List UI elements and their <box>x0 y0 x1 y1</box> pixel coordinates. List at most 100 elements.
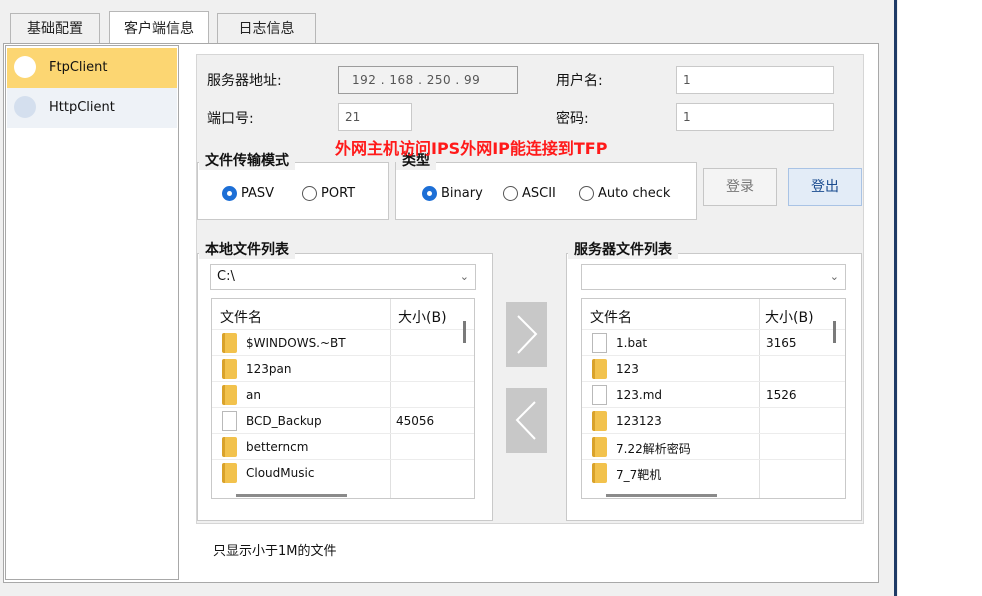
chevron-right-icon <box>517 315 538 354</box>
server-files-title: 服务器文件列表 <box>568 239 678 259</box>
file-name: BCD_Backup <box>246 414 322 428</box>
local-file-list[interactable]: 文件名 大小(B) $WINDOWS.~BT 123pan an BCD_Backup… <box>211 298 475 499</box>
size-limit-note: 只显示小于1M的文件 <box>213 544 337 559</box>
username-label: 用户名: <box>556 73 603 89</box>
client-item-http[interactable]: HttpClient <box>7 88 177 128</box>
folder-icon <box>592 411 607 431</box>
server-address-input[interactable]: 192 . 168 . 250 . 99 <box>338 66 518 94</box>
window-border <box>894 0 897 596</box>
table-row[interactable]: 1.bat 3165 <box>582 329 845 355</box>
table-row[interactable]: BCD_Backup 45056 <box>212 407 474 433</box>
client-item-ftp[interactable]: FtpClient <box>7 48 177 88</box>
file-name: CloudMusic <box>246 466 315 480</box>
transfer-mode-title: 文件传输模式 <box>199 150 295 170</box>
port-input[interactable]: 21 <box>338 103 412 131</box>
radio-auto-check[interactable]: Auto check <box>579 186 670 201</box>
table-row[interactable]: 7_7靶机 <box>582 459 845 485</box>
tab-client-info[interactable]: 客户端信息 <box>109 11 209 45</box>
radio-label: PORT <box>321 186 356 201</box>
file-name: 7.22解析密码 <box>616 442 691 456</box>
upload-button[interactable] <box>506 302 547 367</box>
table-row[interactable]: 123.md 1526 <box>582 381 845 407</box>
column-size-header: 大小(B) <box>398 310 447 326</box>
file-size: 1526 <box>766 388 797 402</box>
folder-icon <box>592 437 607 457</box>
file-icon <box>592 333 607 353</box>
radio-label: ASCII <box>522 186 556 201</box>
username-input[interactable]: 1 <box>676 66 834 94</box>
folder-icon <box>222 359 237 379</box>
vertical-scrollbar-thumb[interactable] <box>463 321 466 343</box>
table-row[interactable]: 123123 <box>582 407 845 433</box>
radio-port[interactable]: PORT <box>302 186 355 201</box>
table-row[interactable]: betterncm <box>212 433 474 459</box>
server-path-select[interactable]: ⌄ <box>581 264 846 290</box>
file-name: 123.md <box>616 388 663 402</box>
file-icon <box>222 411 237 431</box>
tab-log-info[interactable]: 日志信息 <box>217 13 316 44</box>
folder-icon <box>592 359 607 379</box>
file-name: 123 <box>616 362 639 376</box>
folder-icon <box>592 463 607 483</box>
client-item-label: FtpClient <box>49 60 108 75</box>
column-size-header: 大小(B) <box>765 310 814 326</box>
folder-icon <box>222 437 237 457</box>
local-files-title: 本地文件列表 <box>199 239 295 259</box>
client-list: FtpClient HttpClient <box>5 45 179 580</box>
password-label: 密码: <box>556 111 589 127</box>
file-size: 45056 <box>396 414 435 428</box>
annotation-text: 外网主机访问IPS外网IP能连接到TFP <box>335 139 608 158</box>
file-name: 123123 <box>616 414 662 428</box>
table-row[interactable]: $WINDOWS.~BT <box>212 329 474 355</box>
file-name: betterncm <box>246 440 309 454</box>
list-header: 文件名 大小(B) <box>212 299 474 329</box>
download-button[interactable] <box>506 388 547 453</box>
column-name-header: 文件名 <box>590 310 632 326</box>
radio-checked-icon <box>422 186 437 201</box>
server-address-label: 服务器地址: <box>207 73 282 89</box>
radio-binary[interactable]: Binary <box>422 186 483 201</box>
column-name-header: 文件名 <box>220 310 262 326</box>
client-dot-icon <box>14 56 36 78</box>
file-icon <box>592 385 607 405</box>
file-name: 7_7靶机 <box>616 468 662 482</box>
port-label: 端口号: <box>207 111 254 127</box>
login-button[interactable]: 登录 <box>703 168 777 206</box>
table-row[interactable]: 123pan <box>212 355 474 381</box>
folder-icon <box>222 463 237 483</box>
radio-checked-icon <box>222 186 237 201</box>
file-name: $WINDOWS.~BT <box>246 336 346 350</box>
file-name: an <box>246 388 261 402</box>
chevron-left-icon <box>515 401 536 440</box>
file-name: 1.bat <box>616 336 648 350</box>
local-path-value: C:\ <box>217 269 235 284</box>
vertical-scrollbar-thumb[interactable] <box>833 321 836 343</box>
radio-label: Binary <box>441 186 483 201</box>
radio-unchecked-icon <box>302 186 317 201</box>
logout-button[interactable]: 登出 <box>788 168 862 206</box>
local-path-select[interactable]: C:\ ⌄ <box>210 264 476 290</box>
horizontal-scrollbar-thumb[interactable] <box>606 494 717 497</box>
password-input[interactable]: 1 <box>676 103 834 131</box>
chevron-down-icon: ⌄ <box>459 270 469 283</box>
folder-icon <box>222 333 237 353</box>
table-row[interactable]: an <box>212 381 474 407</box>
radio-label: PASV <box>241 186 275 201</box>
list-header: 文件名 大小(B) <box>582 299 845 329</box>
tab-basic-config[interactable]: 基础配置 <box>10 13 100 44</box>
radio-unchecked-icon <box>503 186 518 201</box>
chevron-down-icon: ⌄ <box>829 270 839 283</box>
radio-ascii[interactable]: ASCII <box>503 186 556 201</box>
radio-label: Auto check <box>598 186 671 201</box>
radio-pasv[interactable]: PASV <box>222 186 274 201</box>
table-row[interactable]: CloudMusic <box>212 459 474 485</box>
file-name: 123pan <box>246 362 292 376</box>
table-row[interactable]: 123 <box>582 355 845 381</box>
folder-icon <box>222 385 237 405</box>
client-dot-icon <box>14 96 36 118</box>
file-size: 3165 <box>766 336 797 350</box>
horizontal-scrollbar-thumb[interactable] <box>236 494 347 497</box>
server-file-list[interactable]: 文件名 大小(B) 1.bat 3165 123 123.md 1526 123123 7.… <box>581 298 846 499</box>
client-item-label: HttpClient <box>49 100 115 115</box>
table-row[interactable]: 7.22解析密码 <box>582 433 845 459</box>
